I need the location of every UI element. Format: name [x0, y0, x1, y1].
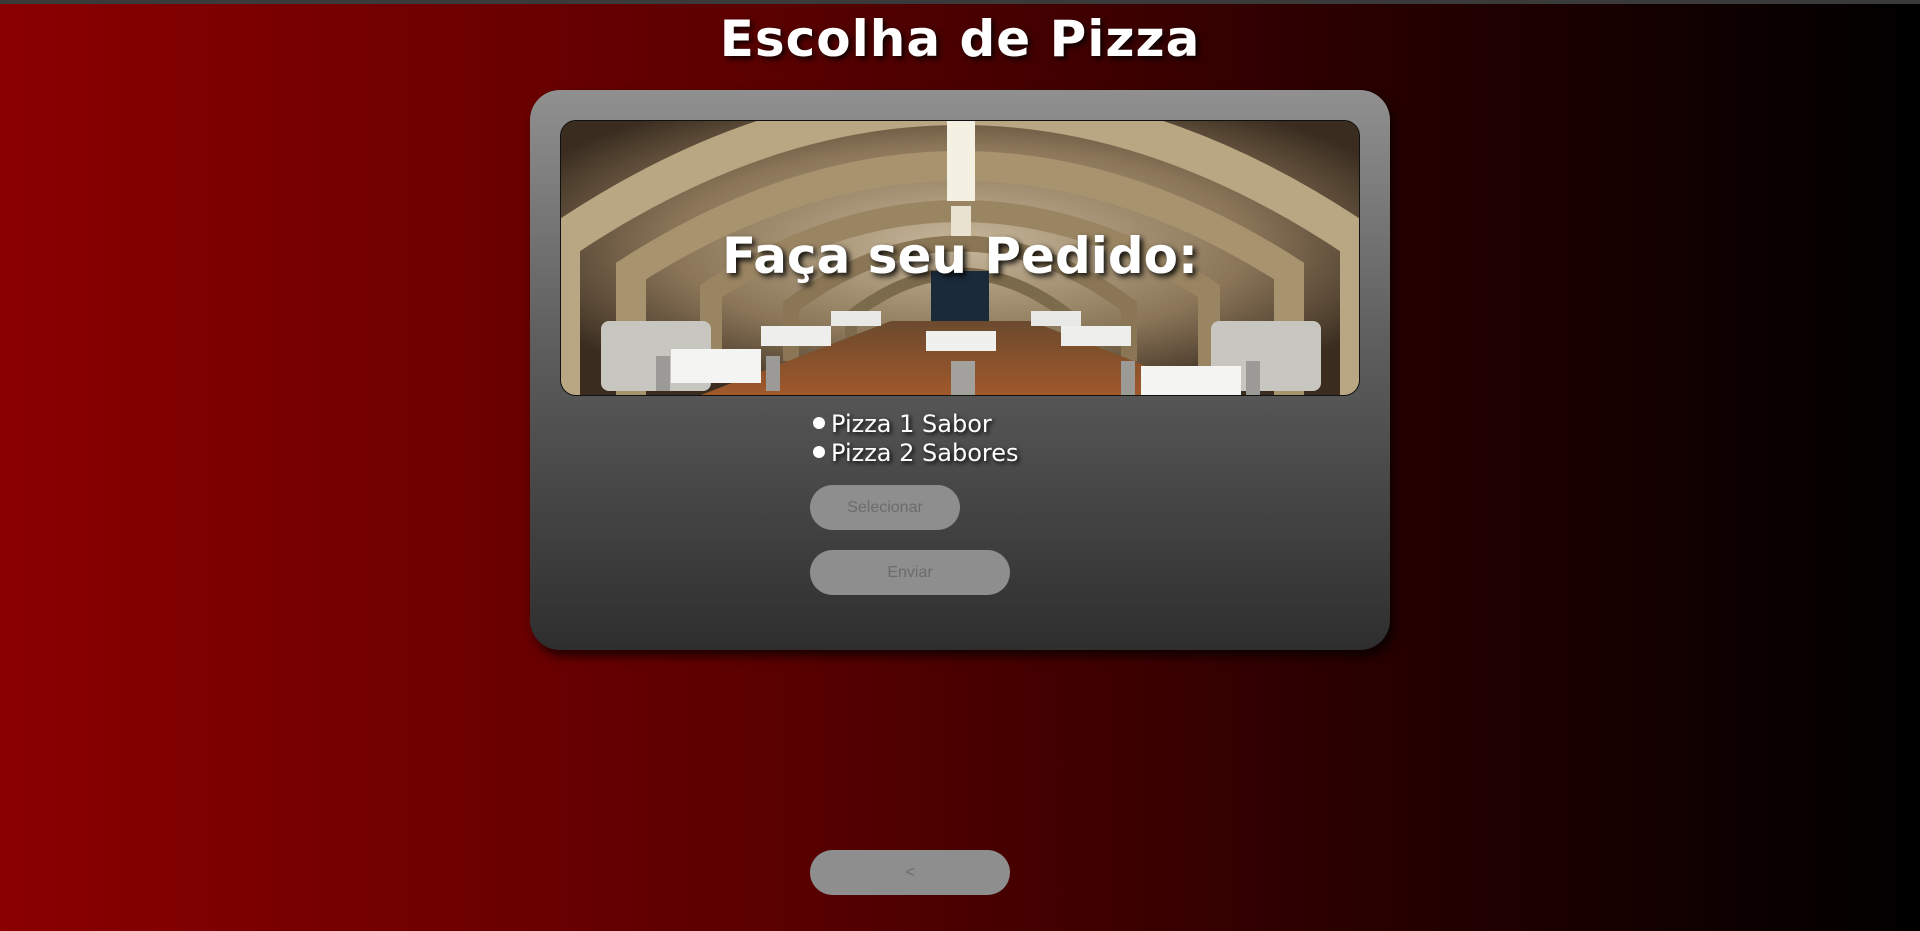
option-label: Pizza 1 Sabor	[831, 410, 992, 438]
option-pizza-1-sabor[interactable]: Pizza 1 Sabor	[813, 410, 1019, 439]
pizza-options-list: Pizza 1 Sabor Pizza 2 Sabores	[813, 410, 1019, 468]
back-button[interactable]: <	[810, 850, 1010, 895]
option-label: Pizza 2 Sabores	[831, 439, 1019, 467]
option-pizza-2-sabores[interactable]: Pizza 2 Sabores	[813, 439, 1019, 468]
select-button[interactable]: Selecionar	[810, 485, 960, 530]
page-title: Escolha de Pizza	[719, 10, 1201, 68]
top-border	[0, 0, 1920, 4]
send-button[interactable]: Enviar	[810, 550, 1010, 595]
restaurant-banner: Faça seu Pedido:	[560, 120, 1360, 396]
order-panel: Faça seu Pedido: Pizza 1 Sabor Pizza 2 S…	[530, 90, 1390, 650]
bullet-icon	[813, 446, 825, 458]
banner-heading: Faça seu Pedido:	[721, 227, 1199, 285]
bullet-icon	[813, 417, 825, 429]
